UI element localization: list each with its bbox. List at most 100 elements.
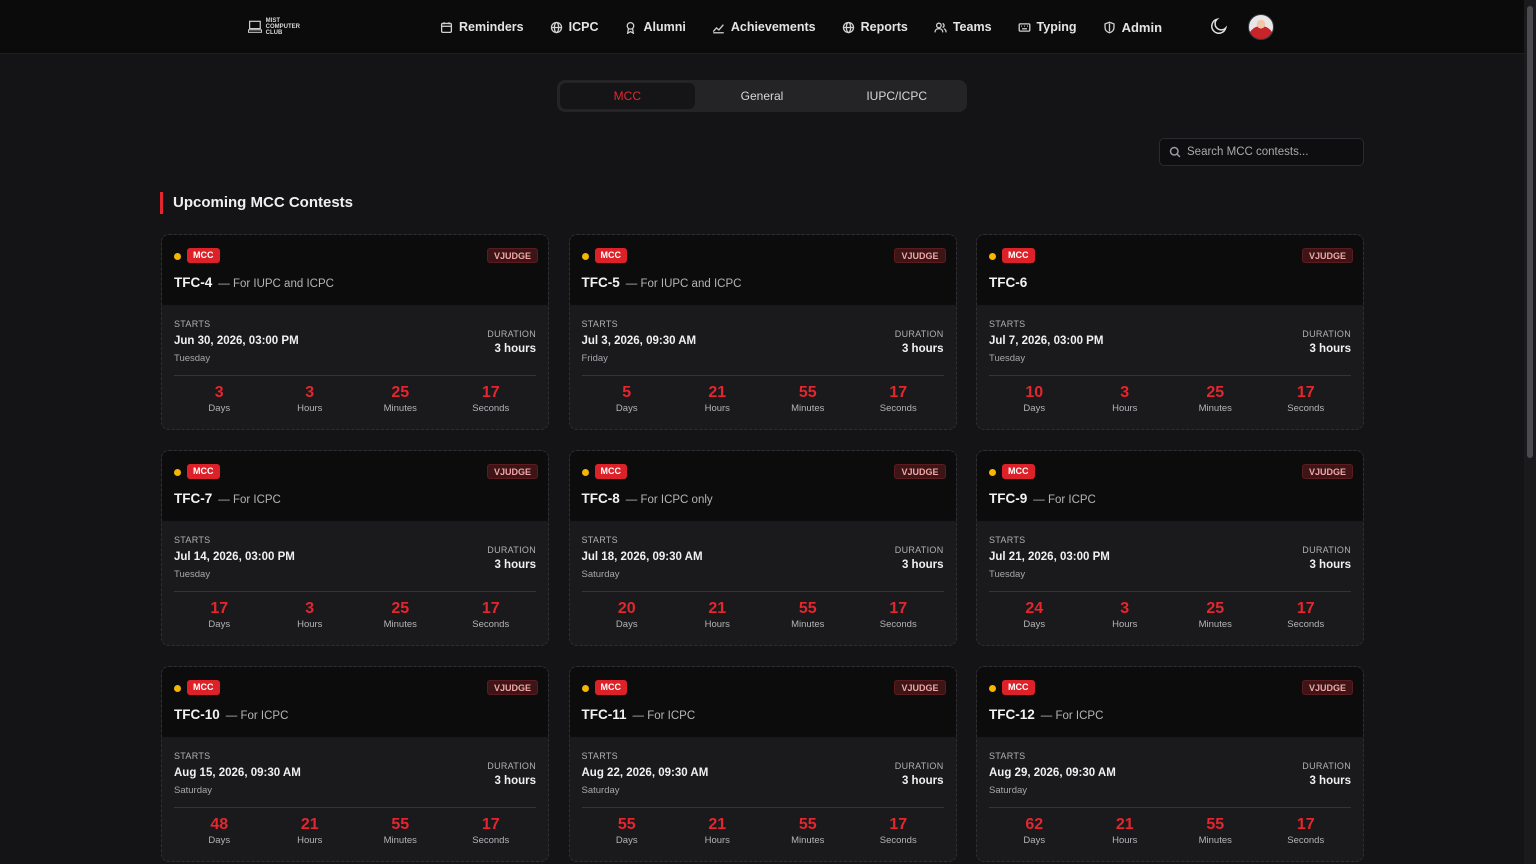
search-input[interactable] <box>1187 146 1357 158</box>
starts-label: STARTS <box>581 535 618 545</box>
countdown-timer: 5 Days 21 Hours 55 Minutes 17 Seconds <box>582 383 944 415</box>
duration-label: DURATION <box>1302 329 1351 339</box>
contest-name[interactable]: TFC-5 — For IUPC and ICPC <box>582 275 742 290</box>
vjudge-badge[interactable]: VJUDGE <box>894 248 946 263</box>
countdown-value: 21 <box>708 816 727 833</box>
tab-general[interactable]: General <box>695 83 830 109</box>
nav-item-achievements[interactable]: Achievements <box>712 20 816 34</box>
nav-item-typing[interactable]: Typing <box>1018 20 1077 34</box>
countdown-hours: 21 Hours <box>672 815 763 847</box>
countdown-value: 17 <box>1296 384 1315 401</box>
countdown-minutes: 55 Minutes <box>355 815 446 847</box>
divider <box>989 591 1351 592</box>
countdown-days: 5 Days <box>582 383 673 415</box>
vjudge-badge[interactable]: VJUDGE <box>1301 680 1353 695</box>
countdown-timer: 17 Days 3 Hours 25 Minutes 17 Seconds <box>174 599 536 631</box>
card-header: MCC VJUDGE TFC-10 — For ICPC <box>162 667 548 737</box>
theme-toggle[interactable] <box>1209 16 1231 38</box>
duration-value: 3 hours <box>1309 559 1351 571</box>
mcc-badge: MCC <box>594 248 627 263</box>
vjudge-badge[interactable]: VJUDGE <box>486 464 538 479</box>
duration-label: DURATION <box>1302 761 1351 771</box>
start-date: Jul 21, 2026, 03:00 PM <box>989 551 1110 563</box>
page-scrollbar[interactable] <box>1524 0 1536 864</box>
countdown-label: Minutes <box>1198 403 1232 414</box>
mcc-badge: MCC <box>594 464 627 479</box>
vjudge-badge[interactable]: VJUDGE <box>894 464 946 479</box>
calendar-icon <box>440 21 453 33</box>
countdown-hours: 21 Hours <box>672 383 763 415</box>
countdown-label: Seconds <box>879 619 917 630</box>
contest-card-tfc-5[interactable]: MCC VJUDGE TFC-5 — For IUPC and ICPC STAR… <box>568 234 957 430</box>
contest-title: TFC-8 <box>581 491 620 506</box>
countdown-label: Seconds <box>879 835 917 846</box>
divider <box>581 591 944 592</box>
countdown-minutes: 25 Minutes <box>1170 383 1261 415</box>
vjudge-badge[interactable]: VJUDGE <box>486 680 538 695</box>
countdown-value: 24 <box>1025 600 1044 617</box>
start-date: Jul 3, 2026, 09:30 AM <box>581 335 697 347</box>
countdown-value: 21 <box>300 816 319 833</box>
club-logo[interactable]: MIST COMPUTER CLUB <box>248 15 300 39</box>
nav-item-reminders[interactable]: Reminders <box>440 20 524 34</box>
contest-name[interactable]: TFC-9 — For ICPC <box>989 491 1096 506</box>
countdown-seconds: 17 Seconds <box>853 815 944 847</box>
contest-name[interactable]: TFC-10 — For ICPC <box>174 707 288 722</box>
user-avatar[interactable] <box>1248 14 1274 40</box>
mcc-badge: MCC <box>1002 680 1035 695</box>
countdown-label: Hours <box>704 835 730 846</box>
contest-name[interactable]: TFC-7 — For ICPC <box>174 491 281 506</box>
nav-item-teams[interactable]: Teams <box>934 20 992 34</box>
countdown-label: Hours <box>704 403 730 414</box>
vjudge-badge[interactable]: VJUDGE <box>1301 248 1353 263</box>
mcc-badge: MCC <box>1002 248 1035 263</box>
countdown-value: 55 <box>1206 816 1225 833</box>
contest-name[interactable]: TFC-11 — For ICPC <box>582 707 696 722</box>
card-header: MCC VJUDGE TFC-7 — For ICPC <box>162 451 548 521</box>
countdown-value: 21 <box>708 384 727 401</box>
contest-card-tfc-8[interactable]: MCC VJUDGE TFC-8 — For ICPC only STARTS J… <box>568 450 957 646</box>
nav-item-alumni[interactable]: Alumni <box>624 20 686 34</box>
countdown-label: Hours <box>297 619 323 630</box>
duration-value: 3 hours <box>1309 343 1351 355</box>
nav-item-admin[interactable]: Admin <box>1103 20 1162 35</box>
divider <box>581 807 944 808</box>
tab-mcc[interactable]: MCC <box>560 83 695 109</box>
mcc-badge: MCC <box>187 248 220 263</box>
mcc-badge: MCC <box>1002 464 1035 479</box>
vjudge-badge[interactable]: VJUDGE <box>894 680 946 695</box>
divider <box>581 375 944 376</box>
vjudge-badge[interactable]: VJUDGE <box>1301 464 1353 479</box>
scroll-thumb[interactable] <box>1527 6 1533 458</box>
contest-card-tfc-10[interactable]: MCC VJUDGE TFC-10 — For ICPC STARTS Aug 1… <box>161 666 549 862</box>
countdown-label: Seconds <box>1287 619 1325 630</box>
contest-card-tfc-11[interactable]: MCC VJUDGE TFC-11 — For ICPC STARTS Aug 2… <box>568 666 957 862</box>
contest-name[interactable]: TFC-8 — For ICPC only <box>582 491 713 506</box>
contest-name[interactable]: TFC-4 — For IUPC and ICPC <box>174 275 334 290</box>
contest-name[interactable]: TFC-12 — For ICPC <box>989 707 1103 722</box>
contest-card-tfc-9[interactable]: MCC VJUDGE TFC-9 — For ICPC STARTS Jul 21… <box>976 450 1364 646</box>
countdown-value: 17 <box>481 384 500 401</box>
countdown-value: 3 <box>1120 600 1130 617</box>
nav-menu: Reminders ICPC Alumni Achievements Repor… <box>440 0 1188 54</box>
contest-name[interactable]: TFC-6 <box>989 275 1033 290</box>
countdown-hours: 21 Hours <box>265 815 356 847</box>
contest-card-tfc-7[interactable]: MCC VJUDGE TFC-7 — For ICPC STARTS Jul 14… <box>161 450 549 646</box>
starts-label: STARTS <box>174 751 211 761</box>
start-date: Jul 14, 2026, 03:00 PM <box>174 551 295 563</box>
nav-item-reports[interactable]: Reports <box>842 20 908 34</box>
status-dot <box>581 253 589 260</box>
countdown-minutes: 55 Minutes <box>763 599 854 631</box>
status-dot <box>581 685 589 692</box>
contest-subtitle: — For ICPC only <box>625 494 713 506</box>
contest-card-tfc-4[interactable]: MCC VJUDGE TFC-4 — For IUPC and ICPC STAR… <box>161 234 549 430</box>
contest-card-tfc-12[interactable]: MCC VJUDGE TFC-12 — For ICPC STARTS Aug 2… <box>976 666 1364 862</box>
status-dot <box>174 685 181 692</box>
nav-item-icpc[interactable]: ICPC <box>550 20 598 34</box>
vjudge-badge[interactable]: VJUDGE <box>486 248 538 263</box>
contest-subtitle: — For IUPC and ICPC <box>218 278 334 290</box>
contest-card-tfc-6[interactable]: MCC VJUDGE TFC-6 STARTS Jul 7, 2026, 03:… <box>976 234 1364 430</box>
countdown-timer: 3 Days 3 Hours 25 Minutes 17 Seconds <box>174 383 536 415</box>
tab-iupc-icpc[interactable]: IUPC/ICPC <box>829 83 964 109</box>
countdown-label: Days <box>208 619 231 630</box>
